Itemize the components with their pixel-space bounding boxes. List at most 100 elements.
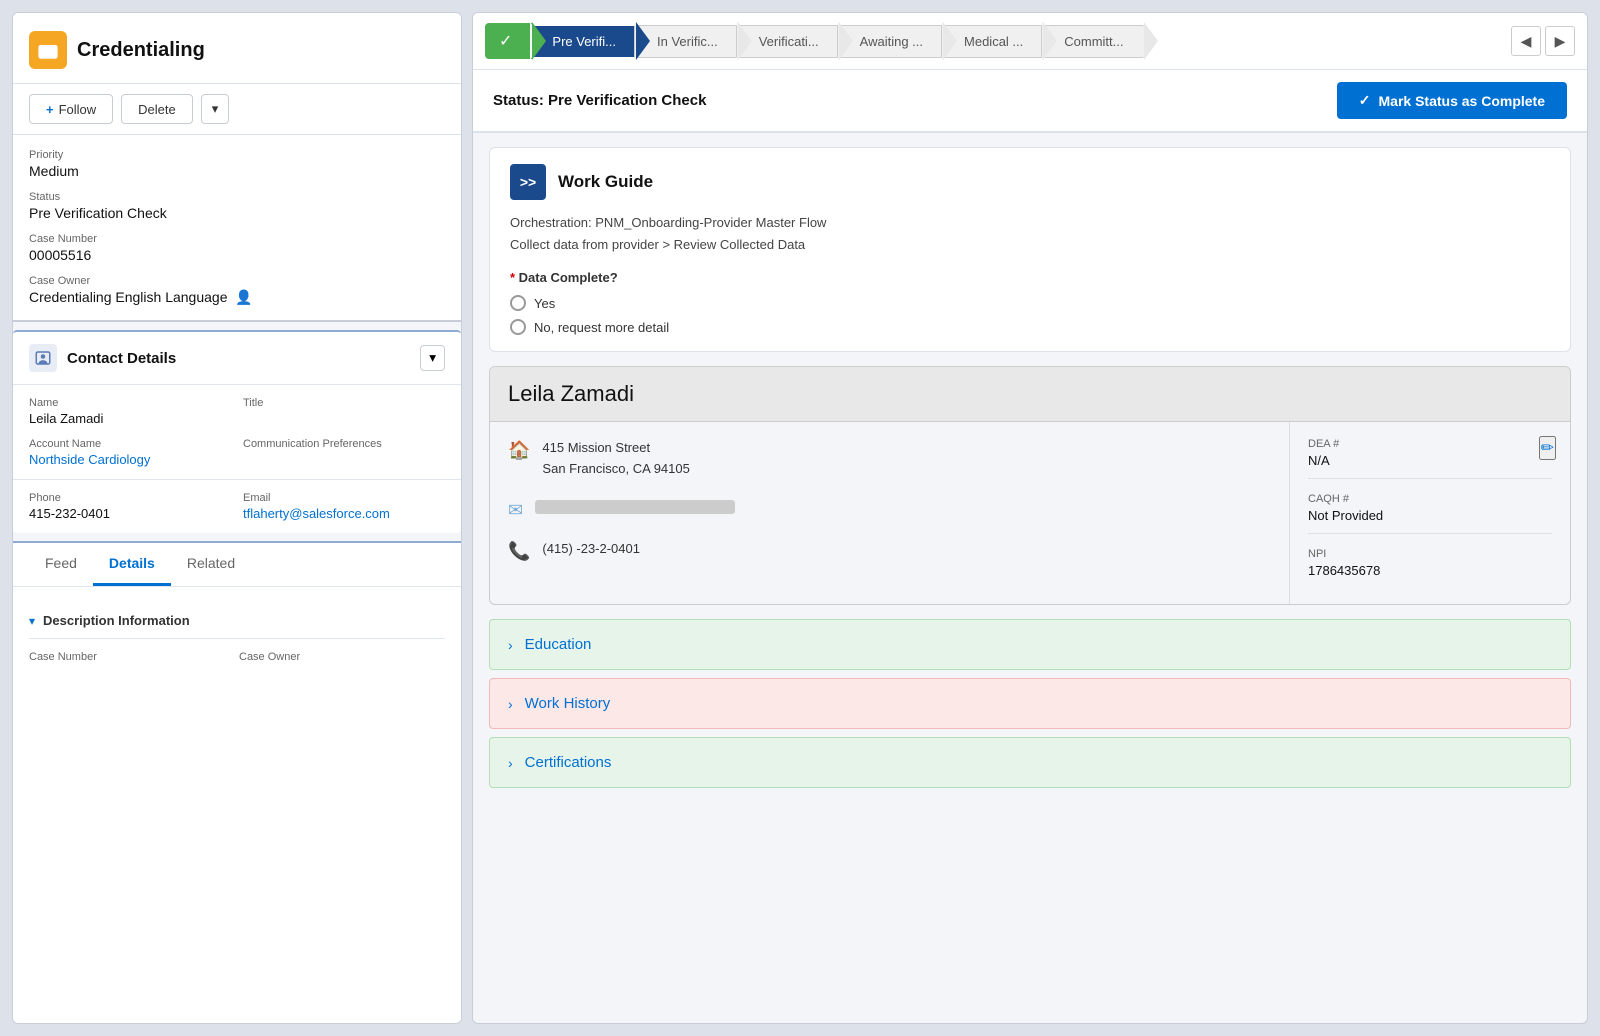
required-asterisk: * — [510, 270, 519, 285]
case-number-field: Case Number 00005516 — [29, 233, 445, 263]
contact-name-label: Name — [29, 397, 231, 409]
briefcase-icon — [37, 39, 59, 61]
contact-email-value[interactable]: tflaherty@salesforce.com — [243, 506, 390, 521]
plus-icon: + — [46, 102, 54, 117]
phone-icon: 📞 — [508, 541, 530, 562]
contact-phone-label: Phone — [29, 492, 231, 504]
npi-label: NPI — [1308, 548, 1552, 560]
provider-right: ✏ DEA # N/A CAQH # Not Provided NPI 1786… — [1290, 422, 1570, 604]
delete-button[interactable]: Delete — [121, 94, 193, 124]
provider-email-row: ✉ — [508, 498, 1271, 521]
edit-button[interactable]: ✏ — [1539, 436, 1556, 460]
tab-details[interactable]: Details — [93, 543, 171, 586]
radio-no[interactable]: No, request more detail — [510, 319, 1550, 335]
contact-account-field: Account Name Northside Cardiology — [29, 438, 231, 467]
provider-address: 415 Mission Street San Francisco, CA 941… — [542, 438, 689, 480]
progress-next-button[interactable]: ▶ — [1545, 26, 1575, 56]
description-section-title: Description Information — [43, 613, 190, 628]
step-5-label: Medical ... — [964, 34, 1023, 49]
radio-no-label: No, request more detail — [534, 320, 669, 335]
work-guide-section: >> Work Guide Orchestration: PNM_Onboard… — [489, 147, 1571, 352]
work-history-accordion-header[interactable]: › Work History — [490, 679, 1570, 728]
description-section-header: ▾ Description Information — [29, 603, 445, 639]
contact-phone-field: Phone 415-232-0401 — [29, 492, 231, 521]
work-guide-title: Work Guide — [558, 172, 653, 192]
contact-title-field: Title — [243, 397, 445, 426]
caqh-field: CAQH # Not Provided — [1308, 493, 1552, 534]
chevron-down-icon: ▾ — [212, 101, 219, 116]
work-guide-line1: Orchestration: PNM_Onboarding-Provider M… — [510, 212, 1550, 234]
work-history-accordion: › Work History — [489, 678, 1571, 729]
progress-step-0[interactable]: ✓ — [485, 23, 532, 59]
work-guide-header: >> Work Guide — [510, 164, 1550, 200]
case-number-label: Case Number — [29, 233, 445, 245]
follow-button[interactable]: + Follow — [29, 94, 113, 124]
chevron-down-icon: ▾ — [429, 350, 436, 365]
case-owner-field: Case Owner Credentialing English Languag… — [29, 275, 445, 306]
certifications-accordion: › Certifications — [489, 737, 1571, 788]
email-icon: ✉ — [508, 500, 523, 521]
case-owner-label: Case Owner — [29, 275, 445, 287]
mark-complete-label: Mark Status as Complete — [1379, 93, 1546, 109]
left-fields: Priority Medium Status Pre Verification … — [13, 135, 461, 322]
contact-account-label: Account Name — [29, 438, 231, 450]
address-line2: San Francisco, CA 94105 — [542, 459, 689, 480]
dea-label: DEA # — [1308, 438, 1552, 450]
contact-header: Contact Details ▾ — [13, 332, 461, 385]
status-label-text: Status: Pre Verification Check — [493, 92, 706, 109]
certifications-chevron-icon: › — [508, 755, 513, 771]
dea-field: DEA # N/A — [1308, 438, 1552, 479]
provider-card: Leila Zamadi 🏠 415 Mission Street San Fr… — [489, 366, 1571, 605]
provider-name-bar: Leila Zamadi — [490, 367, 1570, 422]
contact-communication-field: Communication Preferences — [243, 438, 445, 467]
desc-case-number-label: Case Number — [29, 651, 235, 663]
certifications-accordion-header[interactable]: › Certifications — [490, 738, 1570, 787]
step-2-label: In Verific... — [657, 34, 718, 49]
desc-case-owner-label: Case Owner — [239, 651, 445, 663]
tab-feed[interactable]: Feed — [29, 543, 93, 586]
tab-related[interactable]: Related — [171, 543, 251, 586]
dea-value: N/A — [1308, 453, 1552, 468]
contact-name-field: Name Leila Zamadi — [29, 397, 231, 426]
status-field: Status Pre Verification Check — [29, 191, 445, 221]
app-icon — [29, 31, 67, 69]
contact-title-label: Title — [243, 397, 445, 409]
step-3-label: Verificati... — [759, 34, 819, 49]
contact-bottom: Phone 415-232-0401 Email tflaherty@sales… — [13, 480, 461, 533]
work-guide-icon: >> — [510, 164, 546, 200]
education-accordion: › Education — [489, 619, 1571, 670]
progress-nav-buttons: ◀ ▶ — [1511, 26, 1575, 56]
radio-yes[interactable]: Yes — [510, 295, 1550, 311]
npi-field: NPI 1786435678 — [1308, 548, 1552, 588]
home-icon: 🏠 — [508, 440, 530, 461]
contact-title: Contact Details — [67, 350, 176, 367]
mark-complete-button[interactable]: ✓ Mark Status as Complete — [1337, 82, 1567, 119]
dropdown-button[interactable]: ▾ — [201, 94, 230, 124]
contact-phone-value: 415-232-0401 — [29, 506, 231, 521]
work-history-label: Work History — [525, 695, 611, 712]
status-prefix: Status: — [493, 92, 544, 109]
radio-no-circle — [510, 319, 526, 335]
provider-details: 🏠 415 Mission Street San Francisco, CA 9… — [490, 422, 1570, 604]
contact-dropdown-button[interactable]: ▾ — [420, 345, 445, 371]
npi-value: 1786435678 — [1308, 563, 1552, 578]
certifications-label: Certifications — [525, 754, 612, 771]
priority-label: Priority — [29, 149, 445, 161]
progress-prev-button[interactable]: ◀ — [1511, 26, 1541, 56]
tab-content: ▾ Description Information Case Number Ca… — [13, 587, 461, 1023]
caqh-value: Not Provided — [1308, 508, 1552, 523]
section-chevron-icon: ▾ — [29, 614, 35, 628]
app-title: Credentialing — [77, 39, 205, 62]
contact-account-value[interactable]: Northside Cardiology — [29, 452, 150, 467]
work-guide-line2: Collect data from provider > Review Coll… — [510, 234, 1550, 256]
provider-phone: (415) -23-2-0401 — [542, 539, 640, 560]
caqh-label: CAQH # — [1308, 493, 1552, 505]
step-6-label: Committ... — [1064, 34, 1123, 49]
contact-name-value: Leila Zamadi — [29, 411, 231, 426]
progress-bar: ✓ Pre Verifi... In Verific... Verificati… — [473, 13, 1587, 70]
step-active-label: Pre Verifi... — [552, 34, 616, 49]
education-accordion-header[interactable]: › Education — [490, 620, 1570, 669]
contact-communication-label: Communication Preferences — [243, 438, 445, 450]
left-actions: + Follow Delete ▾ — [13, 84, 461, 135]
case-number-value: 00005516 — [29, 247, 445, 263]
